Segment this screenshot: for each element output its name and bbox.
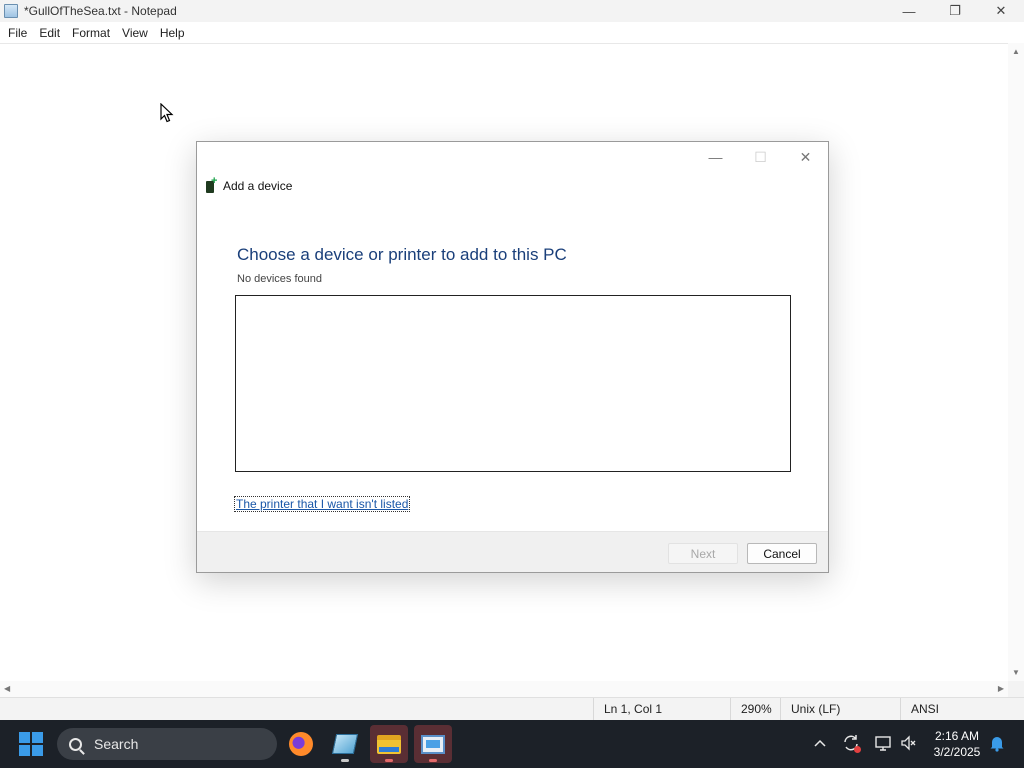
- scroll-right-arrow-icon[interactable]: ▶: [998, 684, 1004, 693]
- notepad-taskbar-button[interactable]: [326, 725, 364, 763]
- status-line-ending: Unix (LF): [780, 698, 840, 720]
- bell-icon: [990, 736, 1004, 752]
- taskbar: Search 2:16 AM 3/2/2025: [0, 720, 1024, 768]
- file-explorer-icon: [377, 734, 401, 754]
- network-icon: [875, 736, 891, 751]
- clock-date: 3/2/2025: [933, 745, 981, 759]
- vertical-scrollbar[interactable]: ▲ ▼: [1008, 43, 1024, 681]
- start-logo-tile: [32, 745, 43, 756]
- status-position: Ln 1, Col 1: [593, 698, 662, 720]
- firefox-taskbar-button[interactable]: [282, 725, 320, 763]
- running-indicator: [341, 759, 349, 762]
- start-logo-tile: [32, 732, 43, 743]
- file-explorer-taskbar-button[interactable]: [370, 725, 408, 763]
- device-list[interactable]: [235, 295, 791, 472]
- cancel-button[interactable]: Cancel: [747, 543, 817, 564]
- dialog-minimize-button[interactable]: —: [693, 145, 738, 169]
- menu-edit[interactable]: Edit: [33, 26, 66, 40]
- control-panel-taskbar-button[interactable]: [414, 725, 452, 763]
- scroll-down-arrow-icon[interactable]: ▼: [1012, 668, 1020, 677]
- close-button[interactable]: ✕: [978, 0, 1024, 22]
- restore-button[interactable]: ❐: [932, 0, 978, 22]
- chevron-up-icon: [814, 739, 826, 747]
- mouse-cursor-icon: [160, 103, 174, 123]
- dialog-maximize-button: ☐: [754, 148, 767, 165]
- menu-format[interactable]: Format: [66, 26, 116, 40]
- no-devices-message: No devices found: [237, 273, 322, 285]
- volume-tray-button[interactable]: [898, 732, 920, 754]
- menu-file[interactable]: File: [2, 26, 33, 40]
- status-encoding: ANSI: [900, 698, 939, 720]
- minimize-button[interactable]: —: [886, 0, 932, 22]
- running-indicator: [429, 759, 437, 762]
- horizontal-scrollbar[interactable]: ◀ ▶: [0, 681, 1008, 697]
- alert-badge: [854, 746, 861, 753]
- menu-view[interactable]: View: [116, 26, 154, 40]
- dialog-footer: Next Cancel: [197, 531, 828, 572]
- notepad-icon: [331, 734, 359, 754]
- menu-help[interactable]: Help: [154, 26, 191, 40]
- dialog-heading: Choose a device or printer to add to thi…: [237, 245, 567, 264]
- notifications-button[interactable]: [986, 732, 1008, 754]
- notepad-title-bar: *GullOfTheSea.txt - Notepad — ❐ ✕: [0, 0, 1024, 22]
- status-zoom: 290%: [730, 698, 772, 720]
- menu-bar: File Edit Format View Help: [0, 22, 1024, 43]
- windows-start-button[interactable]: [19, 732, 43, 756]
- speaker-muted-icon: [901, 735, 916, 751]
- printer-not-listed-link[interactable]: The printer that I want isn't listed: [233, 496, 411, 512]
- scroll-up-arrow-icon[interactable]: ▲: [1012, 47, 1020, 56]
- scrollbar-corner: [1008, 681, 1024, 697]
- firefox-icon: [289, 732, 313, 756]
- dialog-header: + Add a device: [206, 175, 293, 193]
- dialog-window-controls: — ☐ ✕: [693, 145, 828, 169]
- taskbar-search-box[interactable]: Search: [57, 728, 277, 760]
- network-tray-button[interactable]: [872, 732, 894, 754]
- search-placeholder: Search: [94, 736, 139, 752]
- search-icon: [69, 737, 82, 751]
- control-panel-icon: [421, 734, 445, 754]
- add-device-icon: +: [206, 175, 217, 193]
- dialog-close-button[interactable]: ✕: [783, 145, 828, 169]
- status-bar: Ln 1, Col 1 290% Unix (LF) ANSI: [0, 697, 1024, 720]
- running-indicator: [385, 759, 393, 762]
- start-logo-tile: [19, 732, 30, 743]
- start-logo-tile: [19, 745, 30, 756]
- show-hidden-icons-button[interactable]: [809, 732, 831, 754]
- system-clock[interactable]: 2:16 AM 3/2/2025: [928, 728, 986, 760]
- window-title: *GullOfTheSea.txt - Notepad: [24, 4, 177, 18]
- window-controls: — ❐ ✕: [886, 0, 1024, 22]
- clock-time: 2:16 AM: [934, 729, 980, 743]
- add-device-dialog: — ☐ ✕ + Add a device Choose a device or …: [196, 141, 829, 573]
- dialog-title: Add a device: [223, 178, 293, 193]
- next-button[interactable]: Next: [668, 543, 738, 564]
- notepad-icon: [4, 4, 18, 18]
- scroll-left-arrow-icon[interactable]: ◀: [4, 684, 10, 693]
